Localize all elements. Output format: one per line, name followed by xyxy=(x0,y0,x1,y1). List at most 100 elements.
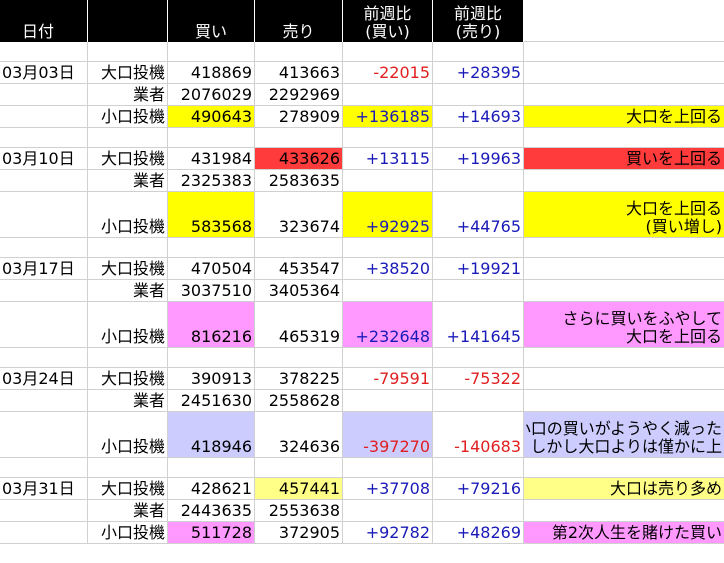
header-blank[interactable] xyxy=(88,0,168,42)
sell-cell[interactable]: 413663 xyxy=(255,62,343,84)
header-wow-buy[interactable]: 前週比 (買い) xyxy=(343,0,433,42)
note-cell[interactable]: 小口の買いがようやく減った しかし大口よりは僅かに上 xyxy=(524,412,724,458)
trader-type[interactable]: 小口投機 xyxy=(88,302,168,348)
wow-buy-cell[interactable] xyxy=(343,390,433,412)
sell-cell[interactable]: 465319 xyxy=(255,302,343,348)
buy-cell[interactable]: 418946 xyxy=(168,412,255,458)
wow-sell-cell[interactable]: +79216 xyxy=(433,478,524,500)
buy-cell[interactable]: 2443635 xyxy=(168,500,255,522)
wow-sell-cell[interactable]: +28395 xyxy=(433,62,524,84)
header-date[interactable]: 日付 xyxy=(0,0,88,42)
date-cell[interactable] xyxy=(0,500,88,522)
wow-buy-cell[interactable]: +38520 xyxy=(343,258,433,280)
note-cell[interactable] xyxy=(524,62,724,84)
sell-cell[interactable]: 453547 xyxy=(255,258,343,280)
buy-cell[interactable]: 583568 xyxy=(168,192,255,238)
date-cell[interactable] xyxy=(0,522,88,544)
wow-sell-cell[interactable] xyxy=(433,500,524,522)
date-cell[interactable] xyxy=(0,390,88,412)
date-cell[interactable] xyxy=(0,106,88,128)
wow-buy-cell[interactable]: -79591 xyxy=(343,368,433,390)
sell-cell[interactable]: 372905 xyxy=(255,522,343,544)
week-date[interactable]: 03月24日 xyxy=(0,368,88,390)
note-cell[interactable] xyxy=(524,368,724,390)
trader-type[interactable]: 大口投機 xyxy=(88,368,168,390)
note-cell[interactable] xyxy=(524,84,724,106)
wow-buy-cell[interactable] xyxy=(343,170,433,192)
note-cell[interactable]: 大口を上回る xyxy=(524,106,724,128)
wow-buy-cell[interactable]: +92925 xyxy=(343,192,433,238)
trader-type[interactable]: 業者 xyxy=(88,84,168,106)
week-date[interactable]: 03月03日 xyxy=(0,62,88,84)
trader-type[interactable]: 大口投機 xyxy=(88,62,168,84)
date-cell[interactable] xyxy=(0,170,88,192)
trader-type[interactable]: 業者 xyxy=(88,280,168,302)
buy-cell[interactable]: 428621 xyxy=(168,478,255,500)
wow-sell-cell[interactable]: +19921 xyxy=(433,258,524,280)
sell-cell[interactable]: 2553638 xyxy=(255,500,343,522)
buy-cell[interactable]: 418869 xyxy=(168,62,255,84)
wow-sell-cell[interactable] xyxy=(433,280,524,302)
buy-cell[interactable]: 2451630 xyxy=(168,390,255,412)
sell-cell[interactable]: 2292969 xyxy=(255,84,343,106)
trader-type[interactable]: 業者 xyxy=(88,170,168,192)
buy-cell[interactable]: 2325383 xyxy=(168,170,255,192)
date-cell[interactable] xyxy=(0,192,88,238)
note-cell[interactable] xyxy=(524,258,724,280)
buy-cell[interactable]: 511728 xyxy=(168,522,255,544)
buy-cell[interactable]: 470504 xyxy=(168,258,255,280)
week-date[interactable]: 03月17日 xyxy=(0,258,88,280)
trader-type[interactable]: 業者 xyxy=(88,390,168,412)
trader-type[interactable]: 業者 xyxy=(88,500,168,522)
wow-sell-cell[interactable]: +141645 xyxy=(433,302,524,348)
buy-cell[interactable]: 431984 xyxy=(168,148,255,170)
wow-sell-cell[interactable]: +44765 xyxy=(433,192,524,238)
buy-cell[interactable]: 3037510 xyxy=(168,280,255,302)
wow-buy-cell[interactable]: +232648 xyxy=(343,302,433,348)
sell-cell[interactable]: 323674 xyxy=(255,192,343,238)
buy-cell[interactable]: 816216 xyxy=(168,302,255,348)
sell-cell[interactable]: 278909 xyxy=(255,106,343,128)
sell-cell[interactable]: 457441 xyxy=(255,478,343,500)
header-wow-sell[interactable]: 前週比 (売り) xyxy=(433,0,524,42)
trader-type[interactable]: 小口投機 xyxy=(88,192,168,238)
wow-buy-cell[interactable]: +37708 xyxy=(343,478,433,500)
wow-sell-cell[interactable]: +14693 xyxy=(433,106,524,128)
sell-cell[interactable]: 433626 xyxy=(255,148,343,170)
sell-cell[interactable]: 2558628 xyxy=(255,390,343,412)
date-cell[interactable] xyxy=(0,412,88,458)
note-cell[interactable]: 買いを上回る xyxy=(524,148,724,170)
note-cell[interactable]: 大口は売り多め xyxy=(524,478,724,500)
wow-buy-cell[interactable] xyxy=(343,84,433,106)
wow-buy-cell[interactable]: +13115 xyxy=(343,148,433,170)
wow-buy-cell[interactable] xyxy=(343,280,433,302)
note-cell[interactable]: 第2次人生を賭けた買い xyxy=(524,522,724,544)
trader-type[interactable]: 大口投機 xyxy=(88,478,168,500)
wow-sell-cell[interactable] xyxy=(433,390,524,412)
buy-cell[interactable]: 390913 xyxy=(168,368,255,390)
wow-buy-cell[interactable]: -22015 xyxy=(343,62,433,84)
buy-cell[interactable]: 490643 xyxy=(168,106,255,128)
wow-sell-cell[interactable]: +19963 xyxy=(433,148,524,170)
week-date[interactable]: 03月10日 xyxy=(0,148,88,170)
wow-buy-cell[interactable]: -397270 xyxy=(343,412,433,458)
trader-type[interactable]: 大口投機 xyxy=(88,148,168,170)
wow-buy-cell[interactable]: +136185 xyxy=(343,106,433,128)
trader-type[interactable]: 小口投機 xyxy=(88,522,168,544)
sell-cell[interactable]: 3405364 xyxy=(255,280,343,302)
buy-cell[interactable]: 2076029 xyxy=(168,84,255,106)
wow-sell-cell[interactable] xyxy=(433,84,524,106)
note-cell[interactable] xyxy=(524,500,724,522)
note-cell[interactable] xyxy=(524,280,724,302)
wow-sell-cell[interactable]: -140683 xyxy=(433,412,524,458)
header-sell[interactable]: 売り xyxy=(255,0,343,42)
wow-sell-cell[interactable]: +48269 xyxy=(433,522,524,544)
wow-sell-cell[interactable] xyxy=(433,170,524,192)
sell-cell[interactable]: 324636 xyxy=(255,412,343,458)
date-cell[interactable] xyxy=(0,302,88,348)
wow-sell-cell[interactable]: -75322 xyxy=(433,368,524,390)
wow-buy-cell[interactable]: +92782 xyxy=(343,522,433,544)
note-cell[interactable]: 大口を上回る (買い増し) xyxy=(524,192,724,238)
note-cell[interactable]: さらに買いをふやして 大口を上回る xyxy=(524,302,724,348)
week-date[interactable]: 03月31日 xyxy=(0,478,88,500)
